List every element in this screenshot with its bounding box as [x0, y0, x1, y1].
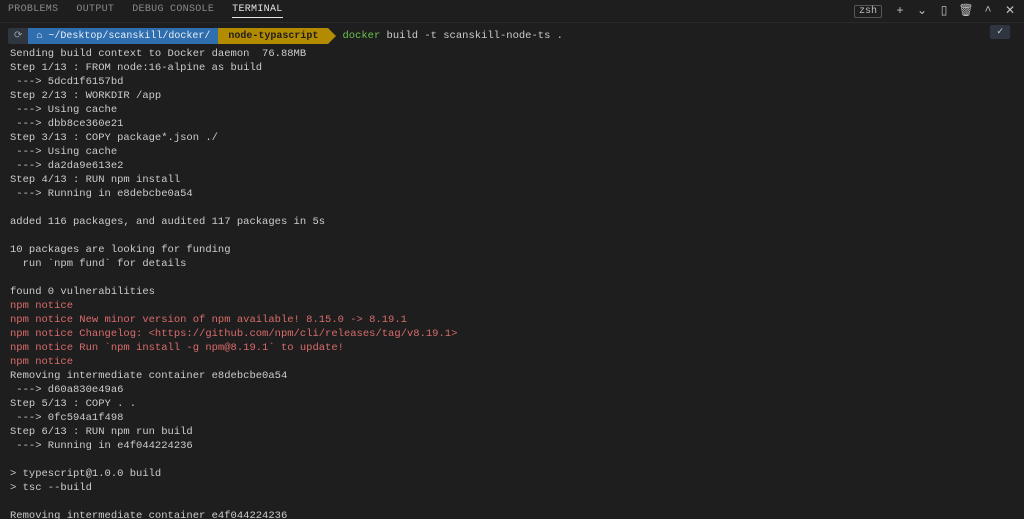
- panel-tab-bar: PROBLEMS OUTPUT DEBUG CONSOLE TERMINAL z…: [0, 0, 1024, 23]
- terminal-line: [10, 271, 1014, 285]
- status-check-icon: ✓: [990, 25, 1010, 39]
- terminal-line: ---> Using cache: [10, 103, 1014, 117]
- terminal-line: Step 5/13 : COPY . .: [10, 397, 1014, 411]
- terminal-line: npm notice New minor version of npm avai…: [10, 313, 1014, 327]
- terminal-line: added 116 packages, and audited 117 pack…: [10, 215, 1014, 229]
- terminal-line: Sending build context to Docker daemon 7…: [10, 47, 1014, 61]
- terminal-line: ---> Using cache: [10, 145, 1014, 159]
- command-input[interactable]: docker build -t scanskill-node-ts .: [342, 30, 563, 42]
- terminal-line: ---> Running in e8debcbe0a54: [10, 187, 1014, 201]
- terminal-line: Step 3/13 : COPY package*.json ./: [10, 131, 1014, 145]
- terminal-line: [10, 495, 1014, 509]
- terminal-line: Step 4/13 : RUN npm install: [10, 173, 1014, 187]
- terminal-line: npm notice: [10, 299, 1014, 313]
- command-args: build -t scanskill-node-ts .: [380, 30, 563, 42]
- tab-debug-console[interactable]: DEBUG CONSOLE: [132, 4, 214, 18]
- terminal-line: ---> 0fc594a1f498: [10, 411, 1014, 425]
- shell-selector[interactable]: zsh: [854, 5, 882, 18]
- terminal-line: Removing intermediate container e4f04422…: [10, 509, 1014, 519]
- terminal-line: ---> da2da9e613e2: [10, 159, 1014, 173]
- tab-output[interactable]: OUTPUT: [76, 4, 114, 18]
- terminal-line: [10, 201, 1014, 215]
- prompt-status-icon: ⟳: [8, 28, 28, 44]
- tab-terminal[interactable]: TERMINAL: [232, 4, 282, 18]
- tab-problems[interactable]: PROBLEMS: [8, 4, 58, 18]
- terminal-output[interactable]: Sending build context to Docker daemon 7…: [0, 45, 1024, 519]
- new-terminal-icon[interactable]: +: [894, 5, 906, 17]
- terminal-line: ---> d60a830e49a6: [10, 383, 1014, 397]
- terminal-line: Step 1/13 : FROM node:16-alpine as build: [10, 61, 1014, 75]
- terminal-line: npm notice Run `npm install -g npm@8.19.…: [10, 341, 1014, 355]
- command-executable: docker: [342, 30, 380, 42]
- terminal-line: Step 6/13 : RUN npm run build: [10, 425, 1014, 439]
- terminal-line: [10, 453, 1014, 467]
- terminal-line: [10, 229, 1014, 243]
- kill-terminal-icon[interactable]: 🗑: [960, 5, 972, 17]
- chevron-down-icon[interactable]: ⌄: [916, 5, 928, 17]
- prompt-path: ⌂ ~/Desktop/scanskill/docker/: [28, 28, 218, 44]
- terminal-line: > tsc --build: [10, 481, 1014, 495]
- terminal-line: ---> 5dcd1f6157bd: [10, 75, 1014, 89]
- close-panel-icon[interactable]: ✕: [1004, 5, 1016, 17]
- maximize-panel-icon[interactable]: ^: [982, 5, 994, 17]
- terminal-line: found 0 vulnerabilities: [10, 285, 1014, 299]
- terminal-line: Step 2/13 : WORKDIR /app: [10, 89, 1014, 103]
- terminal-actions: zsh + ⌄ ▯ 🗑 ^ ✕: [854, 5, 1016, 18]
- prompt-line[interactable]: ⟳ ⌂ ~/Desktop/scanskill/docker/ node-typ…: [0, 27, 1024, 45]
- prompt-dir: node-typascript: [218, 28, 328, 44]
- terminal-line: ---> Running in e4f044224236: [10, 439, 1014, 453]
- panel-tabs: PROBLEMS OUTPUT DEBUG CONSOLE TERMINAL: [8, 4, 854, 18]
- terminal-line: ---> dbb8ce360e21: [10, 117, 1014, 131]
- terminal-line: Removing intermediate container e8debcbe…: [10, 369, 1014, 383]
- terminal-line: > typescript@1.0.0 build: [10, 467, 1014, 481]
- terminal-line: run `npm fund` for details: [10, 257, 1014, 271]
- terminal-line: npm notice Changelog: <https://github.co…: [10, 327, 1014, 341]
- terminal-line: npm notice: [10, 355, 1014, 369]
- terminal-line: 10 packages are looking for funding: [10, 243, 1014, 257]
- split-terminal-icon[interactable]: ▯: [938, 5, 950, 17]
